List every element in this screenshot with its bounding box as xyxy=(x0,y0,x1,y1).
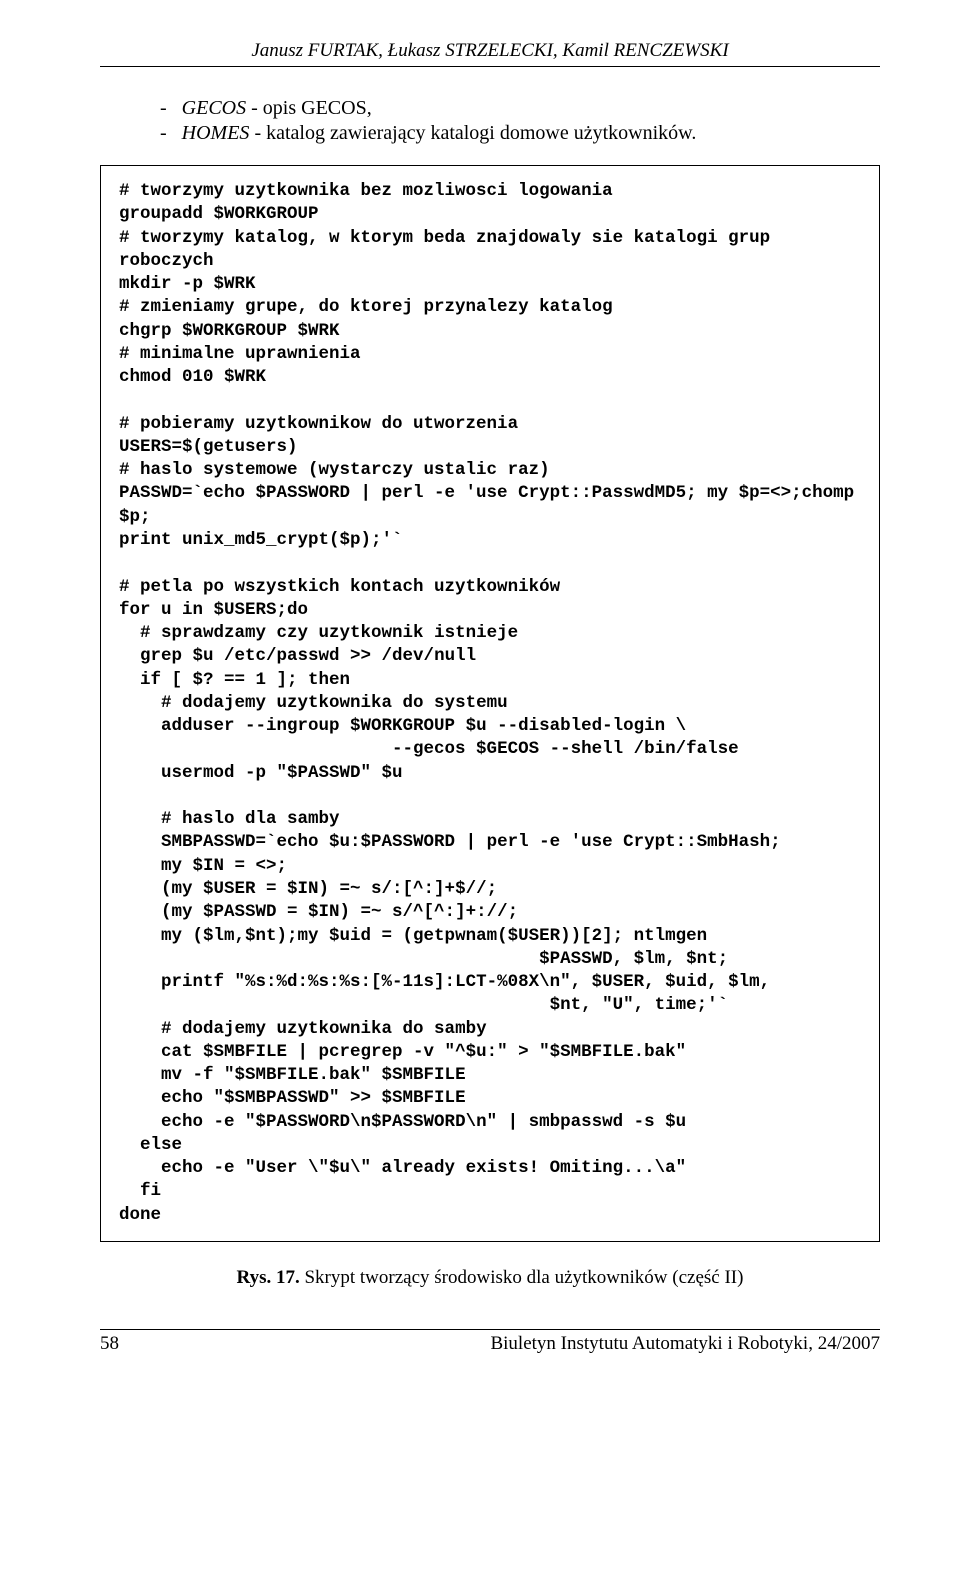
term-gecos: GECOS xyxy=(182,97,246,119)
desc-gecos: - opis GECOS, xyxy=(246,97,372,119)
list-item: - HOMES - katalog zawierający katalogi d… xyxy=(160,122,880,145)
code-listing: # tworzymy uzytkownika bez mozliwosci lo… xyxy=(100,165,880,1242)
term-homes: HOMES xyxy=(182,122,250,144)
list-item: - GECOS - opis GECOS, xyxy=(160,97,880,120)
figure-caption: Rys. 17. Skrypt tworzący środowisko dla … xyxy=(100,1267,880,1289)
page-footer: 58 Biuletyn Instytutu Automatyki i Robot… xyxy=(100,1329,880,1355)
intro-list: - GECOS - opis GECOS, - HOMES - katalog … xyxy=(160,97,880,145)
desc-homes: - katalog zawierający katalogi domowe uż… xyxy=(249,122,696,144)
caption-label: Rys. 17. xyxy=(237,1267,300,1288)
bulletin-name: Biuletyn Instytutu Automatyki i Robotyki… xyxy=(490,1333,880,1355)
caption-text: Skrypt tworzący środowisko dla użytkowni… xyxy=(300,1267,744,1288)
page-number: 58 xyxy=(100,1333,119,1355)
page-header: Janusz FURTAK, Łukasz STRZELECKI, Kamil … xyxy=(100,40,880,67)
